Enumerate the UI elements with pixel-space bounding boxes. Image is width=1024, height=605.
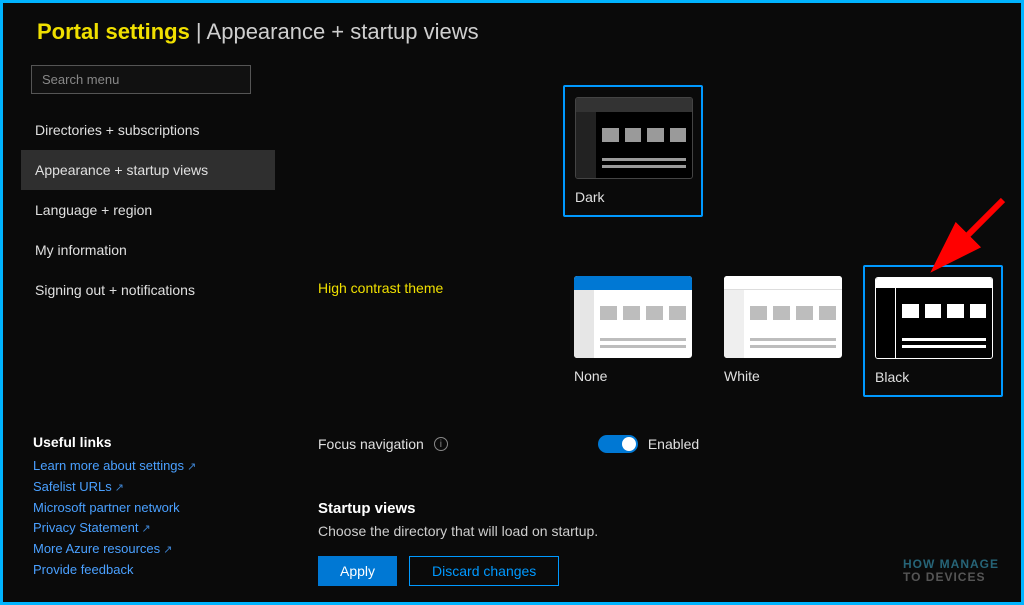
search-input[interactable] xyxy=(31,65,251,94)
contrast-option-black[interactable]: Black xyxy=(863,265,1003,397)
link-learn-more[interactable]: Learn more about settings xyxy=(33,456,275,477)
focus-navigation-row: Focus navigation i Enabled xyxy=(318,435,699,453)
useful-links-heading: Useful links xyxy=(33,434,275,450)
arrow-annotation-icon xyxy=(923,195,1013,275)
watermark: HOW MANAGE TO DEVICES xyxy=(903,558,999,584)
header-separator: | xyxy=(190,19,207,44)
sidebar-item-directories[interactable]: Directories + subscriptions xyxy=(21,110,275,150)
theme-label-dark: Dark xyxy=(575,189,691,205)
main-content: Dark High contrast theme None White xyxy=(283,65,1021,594)
contrast-preview-white xyxy=(724,276,842,358)
contrast-label-white: White xyxy=(724,368,842,384)
sidebar-item-language[interactable]: Language + region xyxy=(21,190,275,230)
sidebar: Directories + subscriptions Appearance +… xyxy=(3,65,283,594)
header-title-sub: Appearance + startup views xyxy=(207,19,479,44)
sidebar-menu: Directories + subscriptions Appearance +… xyxy=(21,110,275,310)
link-privacy[interactable]: Privacy Statement xyxy=(33,518,275,539)
sidebar-item-signout[interactable]: Signing out + notifications xyxy=(21,270,275,310)
apply-button[interactable]: Apply xyxy=(318,556,397,586)
header-title-main: Portal settings xyxy=(37,19,190,44)
useful-links: Useful links Learn more about settings S… xyxy=(21,434,275,594)
high-contrast-heading: High contrast theme xyxy=(318,280,443,296)
theme-preview-dark xyxy=(575,97,693,179)
startup-description: Choose the directory that will load on s… xyxy=(318,523,598,539)
focus-toggle[interactable] xyxy=(598,435,638,453)
contrast-preview-black xyxy=(875,277,993,359)
startup-section: Startup views Choose the directory that … xyxy=(318,500,598,539)
page-header: Portal settings | Appearance + startup v… xyxy=(3,3,1021,65)
action-buttons: Apply Discard changes xyxy=(318,556,559,586)
contrast-label-none: None xyxy=(574,368,692,384)
link-partner[interactable]: Microsoft partner network xyxy=(33,498,275,518)
theme-option-dark[interactable]: Dark xyxy=(563,85,703,217)
focus-state: Enabled xyxy=(648,436,699,452)
contrast-option-none[interactable]: None xyxy=(563,265,703,395)
contrast-label-black: Black xyxy=(875,369,991,385)
discard-button[interactable]: Discard changes xyxy=(409,556,559,586)
sidebar-item-myinfo[interactable]: My information xyxy=(21,230,275,270)
link-safelist[interactable]: Safelist URLs xyxy=(33,477,275,498)
contrast-option-white[interactable]: White xyxy=(713,265,853,395)
link-feedback[interactable]: Provide feedback xyxy=(33,560,275,580)
info-icon[interactable]: i xyxy=(434,437,448,451)
contrast-preview-none xyxy=(574,276,692,358)
watermark-line2: TO DEVICES xyxy=(903,571,999,584)
sidebar-item-appearance[interactable]: Appearance + startup views xyxy=(21,150,275,190)
link-more-azure[interactable]: More Azure resources xyxy=(33,539,275,560)
focus-label: Focus navigation xyxy=(318,436,424,452)
startup-heading: Startup views xyxy=(318,500,598,517)
